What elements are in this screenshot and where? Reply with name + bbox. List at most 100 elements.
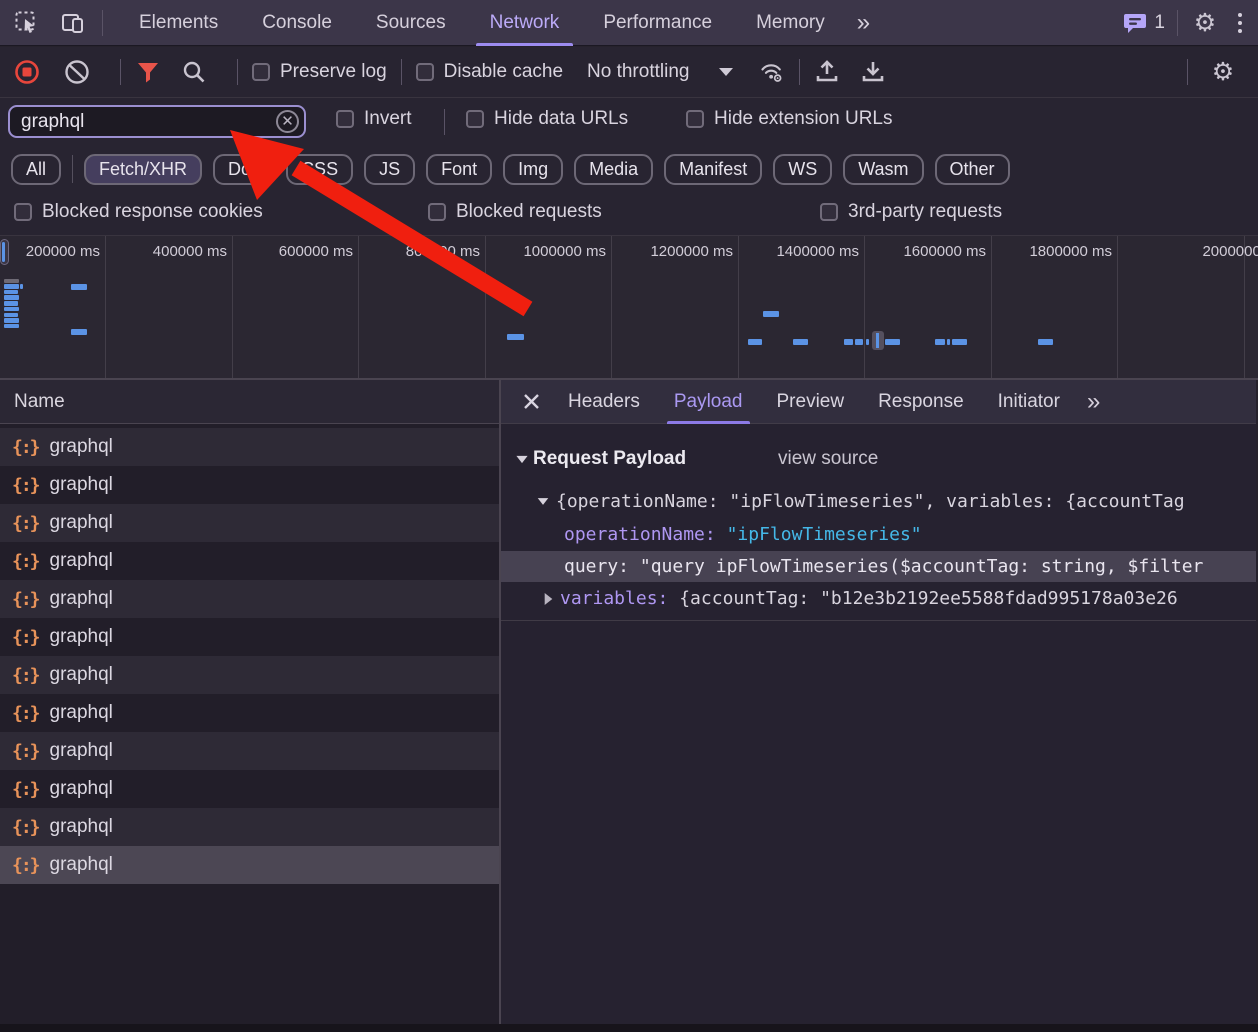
third-party-requests-checkbox[interactable]: 3rd-party requests (820, 201, 1002, 223)
braces-request-icon: {:} (12, 513, 39, 534)
chip-all[interactable]: All (11, 154, 61, 185)
tab-payload[interactable]: Payload (657, 380, 760, 424)
waterfall-bar (4, 318, 19, 323)
request-row-selected[interactable]: {:}graphql (0, 846, 499, 884)
waterfall-bar (748, 339, 762, 345)
tab-elements[interactable]: Elements (117, 0, 240, 46)
disable-cache-checkbox[interactable]: Disable cache (416, 61, 563, 83)
request-row[interactable]: {:}graphql (0, 618, 499, 656)
chip-css[interactable]: CSS (286, 154, 353, 185)
gear-icon[interactable]: ⚙ (1192, 10, 1218, 36)
chip-js[interactable]: JS (364, 154, 415, 185)
toolbar-separator (1177, 10, 1178, 36)
chevron-down-icon (719, 68, 733, 76)
request-row[interactable]: {:}graphql (0, 466, 499, 504)
request-detail-panel: Headers Payload Preview Response Initiat… (501, 380, 1256, 1024)
tab-preview[interactable]: Preview (760, 380, 862, 424)
payload-query-row[interactable]: query: "query ipFlowTimeseries($accountT… (501, 551, 1256, 582)
request-row[interactable]: {:}graphql (0, 656, 499, 694)
checkbox (14, 203, 32, 221)
filter-funnel-icon[interactable] (135, 59, 161, 85)
waterfall-bar (20, 284, 23, 289)
request-row[interactable]: {:}graphql (0, 808, 499, 846)
network-overview-timeline[interactable]: 200000 ms 400000 ms 600000 ms 800000 ms … (0, 236, 1258, 380)
tick-label: 200000 ms (0, 243, 100, 260)
waterfall-bar (4, 324, 19, 329)
search-icon[interactable] (181, 59, 207, 85)
hide-data-urls-checkbox[interactable]: Hide data URLs (466, 108, 628, 130)
network-main-split: Name {:}graphql {:}graphql {:}graphql {:… (0, 380, 1258, 1024)
clear-filter-icon[interactable]: ✕ (276, 110, 299, 133)
record-icon[interactable] (14, 59, 40, 85)
request-row[interactable]: {:}graphql (0, 504, 499, 542)
tick-label: 2000000 ms (1175, 243, 1258, 260)
network-toolbar: Preserve log Disable cache No throttling (0, 47, 1258, 98)
chip-doc[interactable]: Doc (213, 154, 275, 185)
more-vertical-icon[interactable] (1232, 13, 1248, 33)
chip-wasm[interactable]: Wasm (843, 154, 923, 185)
more-detail-tabs-icon[interactable]: » (1077, 390, 1110, 414)
request-type-filters: All Fetch/XHR Doc CSS JS Font Img Media … (0, 146, 1258, 192)
tab-sources[interactable]: Sources (354, 0, 468, 46)
waterfall-bar (71, 329, 87, 335)
payload-variables-row[interactable]: variables: {accountTag: "b12e3b2192ee558… (501, 583, 1256, 614)
tab-memory[interactable]: Memory (734, 0, 847, 46)
waterfall-bar (935, 339, 945, 345)
import-har-icon[interactable] (814, 59, 840, 85)
name-column-header[interactable]: Name (0, 380, 499, 424)
request-row[interactable]: {:}graphql (0, 732, 499, 770)
tick-label: 1400000 ms (749, 243, 859, 260)
inspect-icon[interactable] (14, 10, 40, 36)
braces-request-icon: {:} (12, 703, 39, 724)
payload-operation-name-row[interactable]: operationName: "ipFlowTimeseries" (501, 519, 1256, 550)
tab-headers[interactable]: Headers (551, 380, 657, 424)
request-row[interactable]: {:}graphql (0, 694, 499, 732)
collapse-triangle-icon (538, 498, 549, 505)
preserve-log-checkbox[interactable]: Preserve log (252, 61, 387, 83)
throttling-select[interactable]: No throttling (587, 61, 733, 83)
chip-manifest[interactable]: Manifest (664, 154, 762, 185)
chip-ws[interactable]: WS (773, 154, 832, 185)
tick-label: 1200000 ms (623, 243, 733, 260)
chip-font[interactable]: Font (426, 154, 492, 185)
hide-extension-urls-checkbox[interactable]: Hide extension URLs (686, 108, 892, 130)
overview-window-handle[interactable] (0, 239, 9, 265)
tab-response[interactable]: Response (861, 380, 981, 424)
network-conditions-icon[interactable] (759, 59, 785, 85)
devtools-window: Elements Console Sources Network Perform… (0, 0, 1258, 1032)
checkbox (820, 203, 838, 221)
chat-bubble-icon[interactable] (1122, 10, 1148, 36)
close-icon[interactable] (511, 380, 551, 424)
braces-request-icon: {:} (12, 855, 39, 876)
request-rows: {:}graphql {:}graphql {:}graphql {:}grap… (0, 428, 499, 884)
tab-console[interactable]: Console (240, 0, 354, 46)
chip-fetch-xhr[interactable]: Fetch/XHR (84, 154, 202, 185)
chip-other[interactable]: Other (935, 154, 1010, 185)
request-row[interactable]: {:}graphql (0, 770, 499, 808)
clear-icon[interactable] (64, 59, 90, 85)
payload-root-row[interactable]: {operationName: "ipFlowTimeseries", vari… (501, 486, 1256, 517)
request-row[interactable]: {:}graphql (0, 580, 499, 618)
invert-checkbox[interactable]: Invert (336, 108, 412, 130)
view-source-link[interactable]: view source (778, 448, 878, 470)
tab-initiator[interactable]: Initiator (981, 380, 1077, 424)
expand-triangle-icon (545, 593, 553, 605)
filter-input[interactable] (8, 105, 306, 138)
network-settings-gear-icon[interactable]: ⚙ (1210, 59, 1236, 85)
request-row[interactable]: {:}graphql (0, 542, 499, 580)
tab-network[interactable]: Network (468, 0, 582, 46)
waterfall-bar (952, 339, 967, 345)
chip-media[interactable]: Media (574, 154, 653, 185)
checkbox (252, 63, 270, 81)
blocked-response-cookies-checkbox[interactable]: Blocked response cookies (14, 201, 263, 223)
device-toolbar-icon[interactable] (60, 10, 86, 36)
waterfall-bar (507, 334, 524, 340)
chip-img[interactable]: Img (503, 154, 563, 185)
request-payload-section-header[interactable]: Request Payload view source (501, 442, 1256, 476)
request-row[interactable]: {:}graphql (0, 428, 499, 466)
tab-performance[interactable]: Performance (581, 0, 734, 46)
more-tabs-icon[interactable]: » (847, 11, 880, 35)
waterfall-bar (4, 284, 19, 289)
blocked-requests-checkbox[interactable]: Blocked requests (428, 201, 602, 223)
export-har-icon[interactable] (860, 59, 886, 85)
